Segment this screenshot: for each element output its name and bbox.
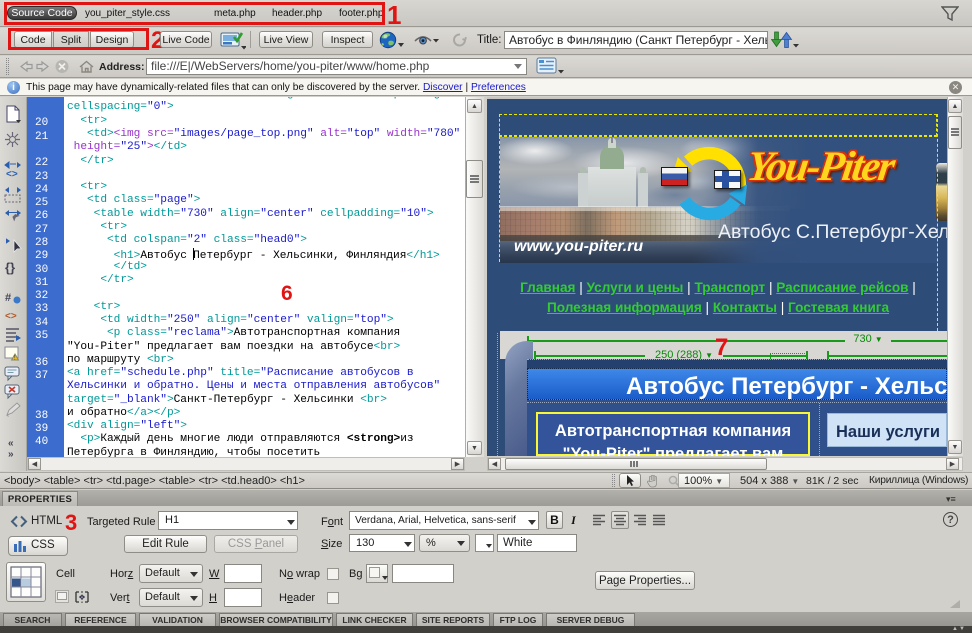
svg-text:<>: <> xyxy=(6,169,18,180)
svg-text:<>: <> xyxy=(5,311,17,322)
svg-text:#: # xyxy=(5,292,11,304)
svg-text:{}: {} xyxy=(5,260,15,275)
